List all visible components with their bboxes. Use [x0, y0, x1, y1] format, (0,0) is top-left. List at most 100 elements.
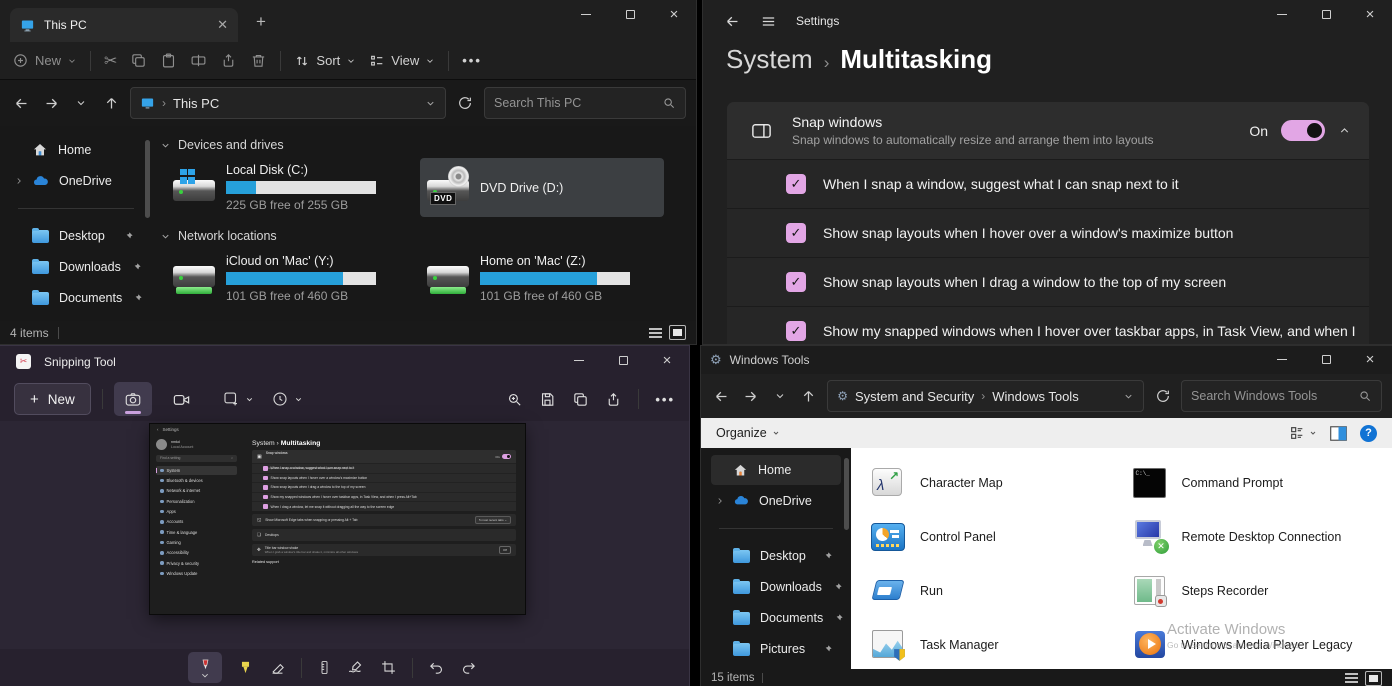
change-view-button[interactable]	[1289, 425, 1317, 441]
ballpoint-pen-button[interactable]	[188, 652, 222, 683]
address-dropdown-icon[interactable]	[1123, 391, 1134, 402]
search-input[interactable]	[1191, 389, 1352, 403]
snap-option-row[interactable]: ✓ When I snap a window, suggest what I c…	[727, 159, 1369, 208]
tool-item-steps-recorder[interactable]: Steps Recorder	[1131, 572, 1392, 610]
undo-button[interactable]	[428, 659, 445, 676]
breadcrumb-current[interactable]: Windows Tools	[992, 389, 1078, 404]
tool-item-wmp-legacy[interactable]: Windows Media Player Legacy	[1131, 626, 1392, 664]
new-tab-button[interactable]: +	[256, 12, 266, 32]
tool-item-control-panel[interactable]: Control Panel	[869, 518, 1131, 556]
drive-tile-dvd[interactable]: DVD DVD Drive (D:)	[420, 158, 664, 217]
crop-button[interactable]	[380, 659, 397, 676]
help-button[interactable]: ?	[1360, 425, 1377, 442]
snap-option-row[interactable]: ✓ Show my snapped windows when I hover o…	[727, 306, 1369, 345]
maximize-button[interactable]	[601, 346, 645, 374]
more-options-button[interactable]: •••	[655, 392, 675, 407]
snip-shape-dropdown[interactable]	[222, 390, 254, 408]
snap-windows-row[interactable]: Snap windows Snap windows to automatical…	[727, 102, 1369, 159]
tool-item-command-prompt[interactable]: C:\_ Command Prompt	[1131, 464, 1392, 502]
close-button[interactable]: ×	[1348, 0, 1392, 28]
sidebar-item-desktop[interactable]: Desktop	[711, 541, 841, 571]
ruler-button[interactable]	[317, 659, 332, 676]
share-button[interactable]	[605, 391, 622, 408]
details-view-button[interactable]	[649, 328, 662, 338]
tab-this-pc[interactable]: This PC ✕	[10, 8, 238, 42]
drive-tile-icloud[interactable]: iCloud on 'Mac' (Y:) 101 GB free of 460 …	[166, 249, 410, 308]
group-header-network[interactable]: Network locations	[152, 225, 696, 247]
forward-button[interactable]	[40, 95, 62, 112]
address-bar[interactable]: › This PC	[130, 87, 446, 119]
sidebar-item-downloads[interactable]: Downloads	[711, 572, 841, 602]
share-button[interactable]	[220, 52, 237, 69]
back-button[interactable]	[724, 13, 741, 30]
checkbox-checked[interactable]: ✓	[786, 223, 806, 243]
sidebar-item-onedrive[interactable]: OneDrive	[10, 166, 142, 196]
up-button[interactable]	[100, 95, 122, 112]
tool-item-run[interactable]: Run	[869, 572, 1131, 610]
organize-button[interactable]: Organize	[716, 426, 767, 440]
chevron-up-icon[interactable]	[1338, 124, 1351, 137]
address-bar[interactable]: ⚙ System and Security › Windows Tools	[827, 380, 1144, 412]
hamburger-menu-icon[interactable]	[760, 13, 777, 30]
close-button[interactable]: ×	[1348, 346, 1392, 372]
address-dropdown-icon[interactable]	[425, 98, 436, 109]
close-button[interactable]: ×	[652, 0, 696, 28]
large-icons-view-button[interactable]	[1365, 671, 1382, 686]
sidebar-item-home[interactable]: Home	[711, 455, 841, 485]
more-options-button[interactable]: •••	[462, 53, 482, 68]
minimize-button[interactable]	[564, 0, 608, 28]
up-button[interactable]	[798, 388, 819, 405]
snap-option-row[interactable]: ✓ Show snap layouts when I drag a window…	[727, 257, 1369, 306]
search-input[interactable]	[494, 96, 656, 110]
eraser-button[interactable]	[269, 659, 286, 676]
zoom-in-button[interactable]	[506, 391, 523, 408]
copy-button[interactable]	[130, 52, 147, 69]
view-button[interactable]: View	[369, 53, 435, 69]
refresh-button[interactable]	[1152, 388, 1173, 404]
minimize-button[interactable]	[1260, 0, 1304, 28]
sidebar-item-documents[interactable]: Documents	[10, 283, 142, 313]
sidebar-item-documents[interactable]: Documents	[711, 603, 841, 633]
checkbox-checked[interactable]: ✓	[786, 272, 806, 292]
screenshot-mode-button[interactable]	[114, 382, 152, 416]
rename-button[interactable]	[190, 52, 207, 69]
back-button[interactable]	[711, 388, 732, 405]
preview-pane-button[interactable]	[1330, 426, 1347, 441]
search-box[interactable]	[1181, 380, 1382, 412]
expand-chevron-icon[interactable]	[715, 496, 725, 506]
sidebar-scrollbar[interactable]	[145, 140, 150, 218]
sidebar-item-onedrive[interactable]: OneDrive	[711, 486, 841, 516]
group-header-devices[interactable]: Devices and drives	[152, 134, 696, 156]
forward-button[interactable]	[740, 388, 761, 405]
drive-tile-home-mac[interactable]: Home on 'Mac' (Z:) 101 GB free of 460 GB	[420, 249, 664, 308]
delay-dropdown[interactable]	[271, 390, 303, 408]
delete-button[interactable]	[250, 52, 267, 69]
checkbox-checked[interactable]: ✓	[786, 174, 806, 194]
maximize-button[interactable]	[608, 0, 652, 28]
back-button[interactable]	[10, 95, 32, 112]
highlighter-button[interactable]	[237, 659, 254, 676]
sidebar-item-downloads[interactable]: Downloads	[10, 252, 142, 282]
record-mode-button[interactable]	[163, 382, 201, 416]
new-button[interactable]: New	[12, 52, 77, 69]
minimize-button[interactable]	[557, 346, 601, 374]
redo-button[interactable]	[460, 659, 477, 676]
close-button[interactable]: ×	[645, 346, 689, 374]
sidebar-item-desktop[interactable]: Desktop	[10, 221, 142, 251]
tool-item-character-map[interactable]: λ↗ Character Map	[869, 464, 1131, 502]
snap-option-row[interactable]: ✓ Show snap layouts when I hover over a …	[727, 208, 1369, 257]
sidebar-scrollbar[interactable]	[844, 458, 849, 530]
breadcrumb-parent[interactable]: System	[726, 44, 813, 75]
recent-locations-button[interactable]	[70, 97, 92, 109]
tool-item-remote-desktop[interactable]: ✕ Remote Desktop Connection	[1131, 518, 1392, 556]
checkbox-checked[interactable]: ✓	[786, 321, 806, 341]
sidebar-item-pictures[interactable]: Pictures	[711, 634, 841, 664]
sort-button[interactable]: Sort	[294, 53, 356, 69]
sidebar-item-home[interactable]: Home	[10, 135, 142, 165]
snap-windows-toggle[interactable]	[1281, 120, 1325, 141]
touch-writing-button[interactable]	[347, 659, 365, 677]
recent-locations-button[interactable]	[769, 390, 790, 402]
search-box[interactable]	[484, 87, 686, 119]
drive-tile-local-disk-c[interactable]: Local Disk (C:) 225 GB free of 255 GB	[166, 158, 410, 217]
breadcrumb-parent[interactable]: System and Security	[855, 389, 974, 404]
